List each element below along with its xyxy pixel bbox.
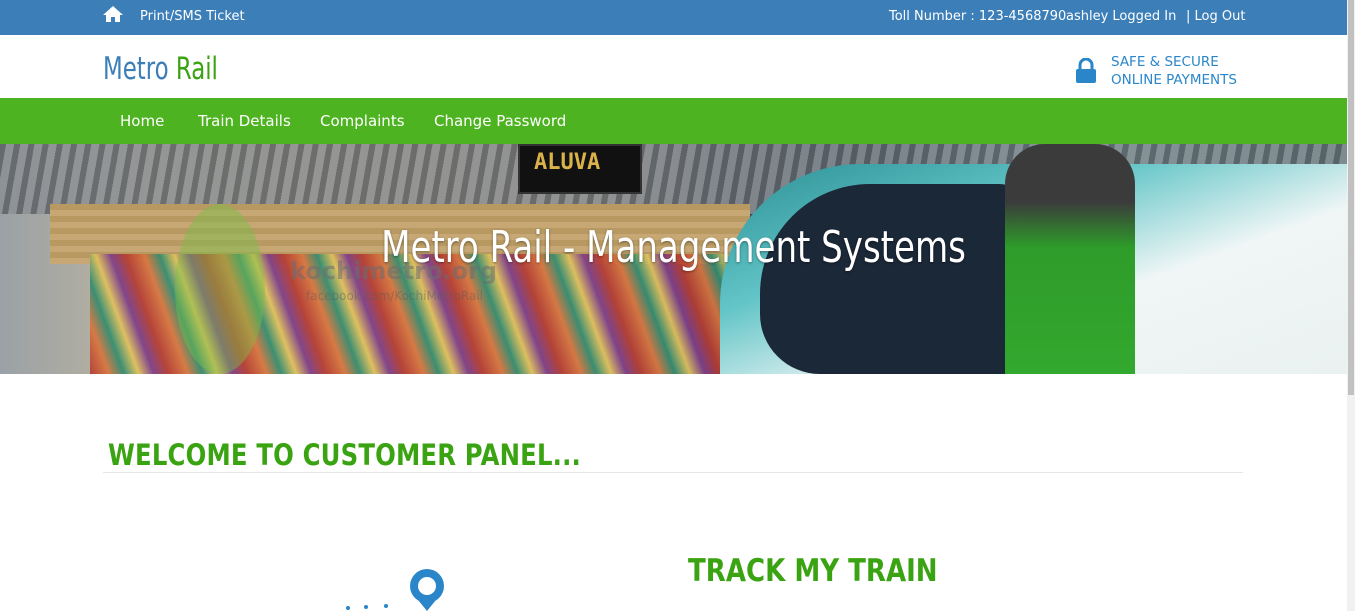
welcome-heading: WELCOME TO CUSTOMER PANEL... [108, 438, 581, 472]
map-pin-icon [410, 569, 444, 611]
scrollbar-thumb[interactable] [1348, 0, 1354, 395]
nav-complaints[interactable]: Complaints [320, 112, 405, 130]
logo-text-rail: Rail [175, 51, 218, 87]
nav-train-details[interactable]: Train Details [198, 112, 291, 130]
home-icon[interactable] [102, 5, 124, 23]
main-nav: Home Train Details Complaints Change Pas… [0, 98, 1347, 144]
logo-text-metro: Metro [103, 51, 169, 87]
route-dots-icon [346, 604, 388, 610]
hero-watermark-sub: facebook.com/KochiMetroRail [306, 289, 483, 303]
top-bar: Print/SMS Ticket Toll Number : 123-45687… [0, 0, 1347, 35]
logged-in-user: ashley Logged In [1066, 9, 1177, 24]
secure-line-1: SAFE & SECURE [1111, 54, 1219, 70]
logout-link[interactable]: | Log Out [1186, 9, 1245, 24]
print-sms-ticket-link[interactable]: Print/SMS Ticket [140, 9, 245, 24]
hero-title: Metro Rail - Management Systems [381, 222, 966, 273]
toll-number: Toll Number : 123-4568790 [889, 9, 1067, 24]
hero-station-sign-text: ALUVA [534, 150, 601, 175]
page-scrollbar[interactable] [1347, 0, 1355, 611]
safe-secure-badge: SAFE & SECURE ONLINE PAYMENTS [1111, 53, 1237, 89]
hero-banner: kochimetro.org facebook.com/KochiMetroRa… [0, 144, 1347, 374]
nav-home[interactable]: Home [120, 112, 164, 130]
site-logo[interactable]: Metro Rail [103, 51, 218, 87]
nav-change-password[interactable]: Change Password [434, 112, 566, 130]
section-divider [103, 472, 1243, 473]
site-header: Metro Rail SAFE & SECURE ONLINE PAYMENTS [0, 35, 1347, 98]
lock-icon [1076, 58, 1096, 83]
track-train-heading: TRACK MY TRAIN [688, 553, 938, 589]
hero-train-window [760, 184, 1020, 374]
secure-line-2: ONLINE PAYMENTS [1111, 72, 1237, 88]
